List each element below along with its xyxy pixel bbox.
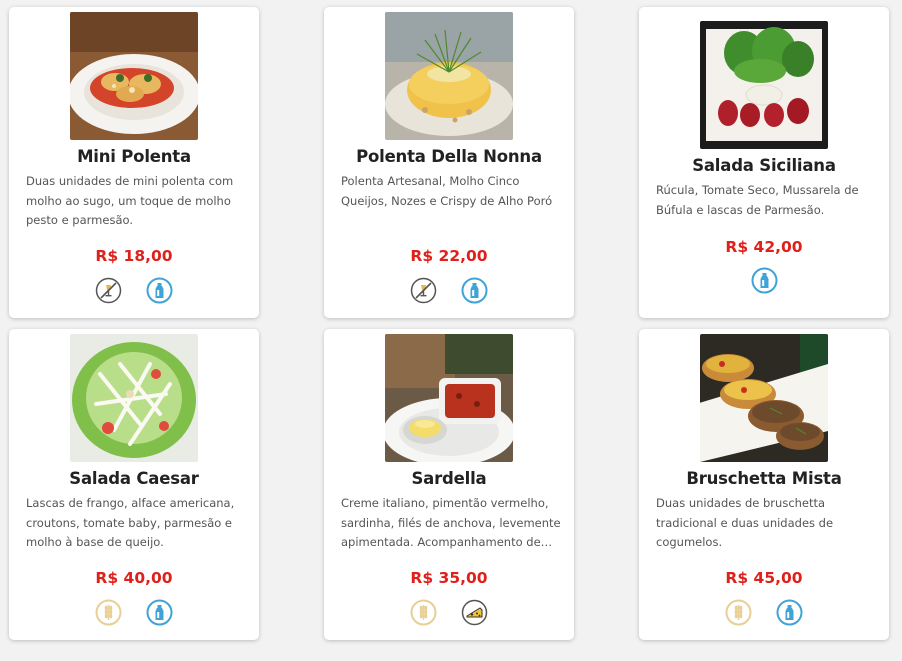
item-title: Salada Caesar (69, 469, 199, 488)
item-badges (324, 599, 574, 626)
salada-siciliana-photo (700, 21, 828, 149)
item-price: R$ 22,00 (410, 247, 488, 265)
item-title: Sardella (411, 469, 487, 488)
milk-bottle-icon (146, 277, 173, 304)
item-price: R$ 18,00 (95, 247, 173, 265)
salada-caesar-photo (70, 334, 198, 462)
menu-item-card[interactable]: Salada Siciliana Rúcula, Tomate Seco, Mu… (639, 7, 889, 318)
no-alcohol-icon (410, 277, 437, 304)
wheat-icon (410, 599, 437, 626)
milk-bottle-icon (461, 277, 488, 304)
item-price: R$ 35,00 (410, 569, 488, 587)
mini-polenta-photo (70, 12, 198, 140)
polenta-della-nonna-photo (385, 12, 513, 140)
item-title: Salada Siciliana (692, 156, 836, 175)
item-badges (324, 277, 574, 304)
item-description: Duas unidades de mini polenta com molho … (26, 174, 234, 227)
no-alcohol-icon (95, 277, 122, 304)
item-badges (639, 599, 889, 626)
item-description: Rúcula, Tomate Seco, Mussarela de Búfula… (656, 183, 859, 217)
item-price: R$ 40,00 (95, 569, 173, 587)
menu-item-card[interactable]: Salada Caesar Lascas de frango, alface a… (9, 329, 259, 640)
sardella-photo (385, 334, 513, 462)
bruschetta-mista-photo (700, 334, 828, 462)
wheat-icon (725, 599, 752, 626)
wheat-icon (95, 599, 122, 626)
item-price: R$ 42,00 (725, 238, 803, 256)
milk-bottle-icon (751, 267, 778, 294)
item-badges (9, 277, 259, 304)
item-badges (639, 267, 889, 294)
item-price: R$ 45,00 (725, 569, 803, 587)
item-badges (9, 599, 259, 626)
cheese-icon (461, 599, 488, 626)
item-description: Polenta Artesanal, Molho Cinco Queijos, … (341, 174, 553, 208)
item-description: Creme italiano, pimentão vermelho, sardi… (341, 496, 561, 549)
item-description: Duas unidades de bruschetta tradicional … (656, 496, 834, 549)
milk-bottle-icon (146, 599, 173, 626)
item-title: Mini Polenta (77, 147, 191, 166)
menu-item-card[interactable]: Polenta Della Nonna Polenta Artesanal, M… (324, 7, 574, 318)
menu-item-card[interactable]: Mini Polenta Duas unidades de mini polen… (9, 7, 259, 318)
milk-bottle-icon (776, 599, 803, 626)
item-title: Polenta Della Nonna (356, 147, 542, 166)
menu-item-card[interactable]: Bruschetta Mista Duas unidades de brusch… (639, 329, 889, 640)
item-title: Bruschetta Mista (686, 469, 842, 488)
menu-item-card[interactable]: Sardella Creme italiano, pimentão vermel… (324, 329, 574, 640)
item-description: Lascas de frango, alface americana, crou… (26, 496, 235, 549)
